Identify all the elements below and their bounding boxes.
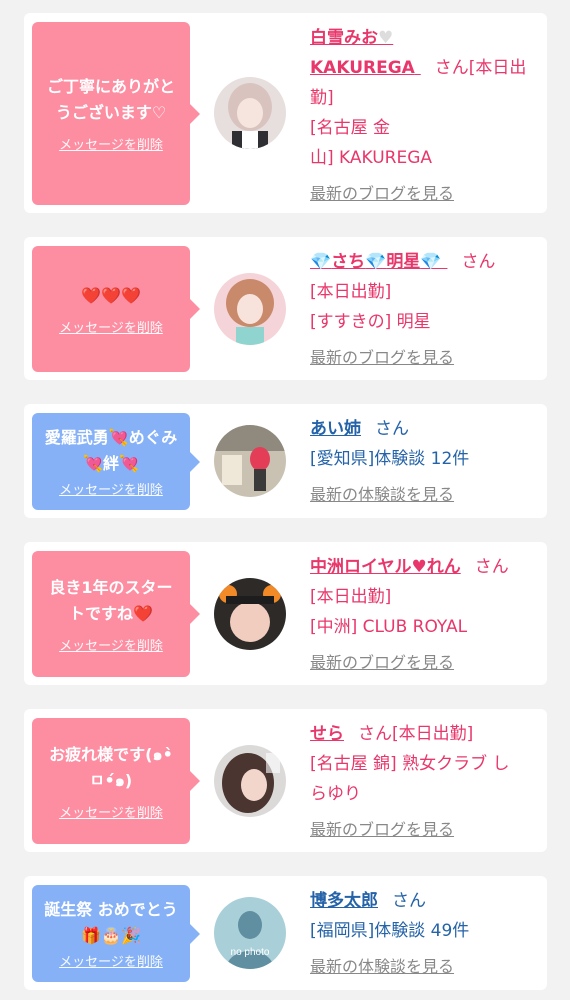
- sender-info: あい姉 さん [愛知県]体験談 12件 最新の体験談を見る: [310, 414, 537, 510]
- message-bubble: ご丁寧にありがと うございます♡ メッセージを削除: [32, 22, 200, 205]
- message-card: 誕生祭 おめでとう 🎁🎂🎉 メッセージを削除 no photo 博多太郎 さん […: [24, 876, 547, 990]
- sender-name-link[interactable]: 💎さち💎明星💎: [310, 252, 447, 272]
- sender-name-link[interactable]: 中洲ロイヤル♥れん: [310, 557, 461, 577]
- message-card: ご丁寧にありがと うございます♡ メッセージを削除 白雪みお♥ KAKUREGA…: [24, 13, 547, 213]
- avatar[interactable]: [214, 77, 286, 149]
- delete-message-link[interactable]: メッセージを削除: [59, 635, 163, 654]
- gem-icon: 💎: [310, 252, 332, 272]
- avatar[interactable]: [214, 745, 286, 817]
- no-photo-label: no photo: [231, 947, 270, 958]
- sender-name-link[interactable]: せら: [310, 724, 344, 744]
- sender-info: 中洲ロイヤル♥れん さん [本日出勤] [中洲] CLUB ROYAL 最新のブロ…: [310, 552, 537, 678]
- shop-name: [名古屋 金 山] KAKUREGA: [310, 118, 433, 168]
- message-feed: ご丁寧にありがと うございます♡ メッセージを削除 白雪みお♥ KAKUREGA…: [0, 0, 570, 1000]
- message-bubble: 誕生祭 おめでとう 🎁🎂🎉 メッセージを削除: [32, 885, 200, 982]
- message-text: お疲れ様です(๑•̀ ㅁ•́๑): [49, 744, 173, 790]
- message-bubble: 愛羅武勇💘めぐみ 💘絆💘 メッセージを削除: [32, 413, 200, 510]
- message-text: 誕生祭 おめでとう 🎁🎂🎉: [44, 900, 178, 945]
- message-card: 愛羅武勇💘めぐみ 💘絆💘 メッセージを削除 あい姉 さん [愛知県]体験談 12件…: [24, 404, 547, 518]
- message-card: お疲れ様です(๑•̀ ㅁ•́๑) メッセージを削除 せら さん[本日出勤] [名古…: [24, 709, 547, 852]
- message-card: 良き1年のスター トですね❤️ メッセージを削除 中洲ロイヤル♥れん さん [本日…: [24, 542, 547, 685]
- sender-name-link[interactable]: あい姉: [310, 419, 361, 439]
- honorific: さん: [392, 891, 426, 911]
- latest-reviews-link[interactable]: 最新の体験談を見る: [310, 957, 454, 976]
- latest-blog-link[interactable]: 最新のブログを見る: [310, 184, 454, 203]
- review-count: [愛知県]体験談 12件: [310, 449, 470, 469]
- shop-name: [中洲] CLUB ROYAL: [310, 617, 468, 637]
- avatar[interactable]: [214, 425, 286, 497]
- sender-info: せら さん[本日出勤] [名古屋 錦] 熟女クラブ し らゆり 最新のブログを見る: [310, 719, 537, 845]
- sender-info: 白雪みお♥ KAKUREGA さん[本日出勤] [名古屋 金 山] KAKURE…: [310, 23, 537, 209]
- sender-info: 💎さち💎明星💎 さん [本日出勤] [すすきの] 明星 最新のブログを見る: [310, 247, 537, 373]
- message-text: ❤️❤️❤️: [81, 285, 141, 305]
- honorific: さん: [375, 419, 409, 439]
- work-status: [本日出勤]: [310, 587, 392, 607]
- avatar[interactable]: no photo: [214, 897, 286, 969]
- avatar[interactable]: [214, 578, 286, 650]
- white-heart-icon: ♥: [378, 28, 394, 48]
- delete-message-link[interactable]: メッセージを削除: [59, 134, 163, 153]
- message-bubble: お疲れ様です(๑•̀ ㅁ•́๑) メッセージを削除: [32, 718, 200, 844]
- gem-icon: 💎: [420, 252, 442, 272]
- delete-message-link[interactable]: メッセージを削除: [59, 479, 163, 498]
- shop-name: [すすきの] 明星: [310, 312, 431, 332]
- message-text: ご丁寧にありがと うございます♡: [46, 77, 175, 122]
- latest-blog-link[interactable]: 最新のブログを見る: [310, 653, 454, 672]
- latest-blog-link[interactable]: 最新のブログを見る: [310, 820, 454, 839]
- gem-icon: 💎: [365, 252, 387, 272]
- honorific: さん: [474, 557, 509, 577]
- message-text: 愛羅武勇💘めぐみ 💘絆💘: [44, 428, 178, 473]
- message-text: 良き1年のスター トですね❤️: [49, 577, 173, 623]
- latest-blog-link[interactable]: 最新のブログを見る: [310, 348, 454, 367]
- message-bubble: ❤️❤️❤️ メッセージを削除: [32, 246, 200, 372]
- review-count: [福岡県]体験談 49件: [310, 921, 470, 941]
- latest-reviews-link[interactable]: 最新の体験談を見る: [310, 485, 454, 504]
- delete-message-link[interactable]: メッセージを削除: [59, 951, 163, 970]
- sender-name-link[interactable]: 白雪みお♥ KAKUREGA: [310, 28, 421, 78]
- avatar[interactable]: [214, 273, 286, 345]
- message-card: ❤️❤️❤️ メッセージを削除 💎さち💎明星💎 さん [本日出勤] [すすきの]…: [24, 237, 547, 380]
- honorific: さん: [358, 724, 392, 744]
- sender-name-link[interactable]: 博多太郎: [310, 891, 378, 911]
- honorific: さん: [461, 252, 496, 272]
- honorific: さん: [434, 58, 469, 78]
- delete-message-link[interactable]: メッセージを削除: [59, 317, 163, 336]
- shop-name: [名古屋 錦] 熟女クラブ し らゆり: [310, 754, 510, 804]
- delete-message-link[interactable]: メッセージを削除: [59, 802, 163, 821]
- sender-info: 博多太郎 さん [福岡県]体験談 49件 最新の体験談を見る: [310, 886, 537, 982]
- work-status: [本日出勤]: [392, 724, 474, 744]
- work-status: [本日出勤]: [310, 282, 392, 302]
- message-bubble: 良き1年のスター トですね❤️ メッセージを削除: [32, 551, 200, 677]
